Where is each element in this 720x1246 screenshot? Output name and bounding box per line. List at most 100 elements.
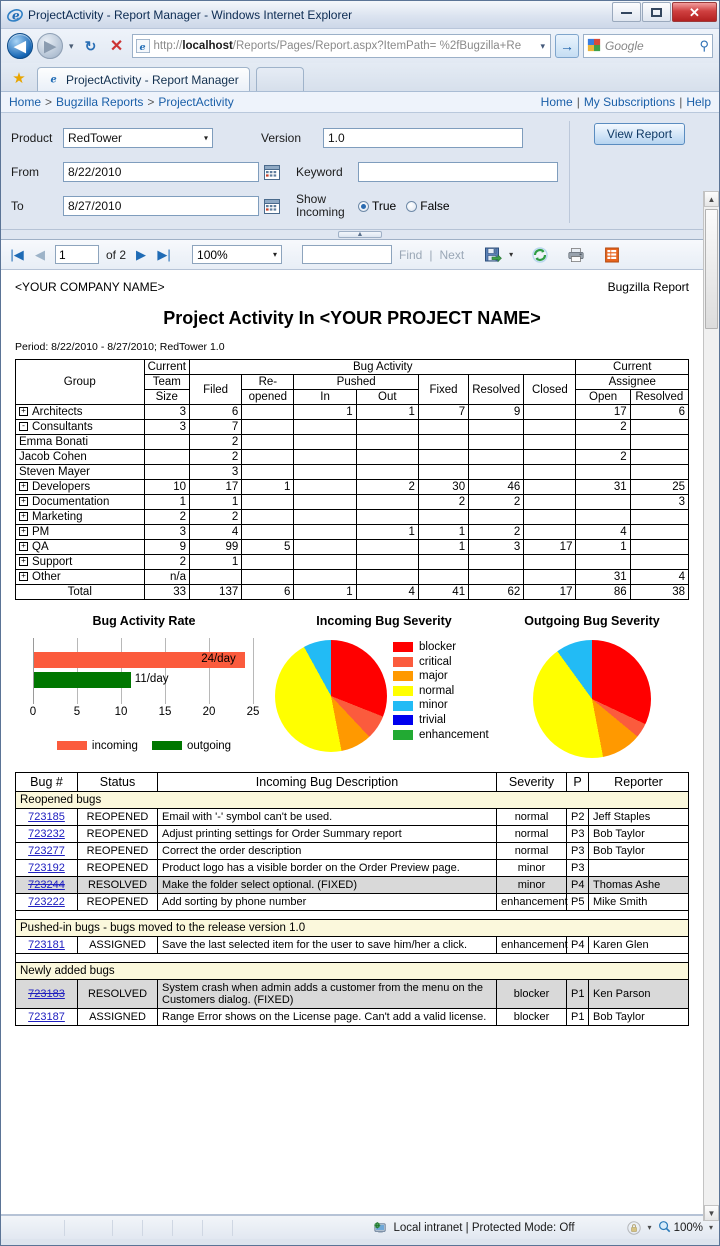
- bug-number-link[interactable]: 723277: [28, 845, 65, 857]
- bug-number-link[interactable]: 723244: [28, 879, 65, 891]
- forward-button[interactable]: ▶: [37, 33, 63, 59]
- expand-icon[interactable]: +: [19, 482, 28, 492]
- close-button[interactable]: ✕: [672, 2, 717, 22]
- bug-number-link[interactable]: 723192: [28, 862, 65, 874]
- page-number-input[interactable]: 1: [55, 245, 99, 264]
- bug-number-link[interactable]: 723187: [28, 1011, 65, 1023]
- bug-number-cell: 723232: [15, 825, 78, 843]
- group-name: + Marketing: [15, 509, 145, 525]
- link-my-subscriptions[interactable]: My Subscriptions: [584, 95, 675, 109]
- cell-out: [355, 434, 419, 450]
- calendar-icon[interactable]: [264, 198, 280, 214]
- link-help[interactable]: Help: [686, 95, 711, 109]
- print-icon[interactable]: [567, 246, 585, 264]
- parameter-panel-splitter[interactable]: ▲: [1, 230, 719, 240]
- breadcrumb-item-projectactivity[interactable]: ProjectActivity: [158, 95, 233, 109]
- view-report-button[interactable]: View Report: [593, 123, 686, 145]
- expand-icon[interactable]: +: [19, 557, 28, 567]
- back-button[interactable]: ◀: [7, 33, 33, 59]
- calendar-icon[interactable]: [264, 164, 280, 180]
- export-dropdown-caret-icon[interactable]: ▾: [509, 250, 513, 259]
- search-box[interactable]: Google ⚲: [583, 34, 713, 58]
- address-bar[interactable]: e http://localhost/Reports/Pages/Report.…: [131, 34, 551, 58]
- radio-true[interactable]: [358, 200, 369, 212]
- new-tab-button[interactable]: [255, 67, 304, 91]
- bug-number-cell: 723222: [15, 893, 78, 911]
- expand-icon[interactable]: +: [19, 527, 28, 537]
- tab-projectactivity[interactable]: e ProjectActivity - Report Manager: [37, 67, 250, 91]
- version-input[interactable]: 1.0: [323, 128, 523, 148]
- breadcrumb-item-bugzilla-reports[interactable]: Bugzilla Reports: [56, 95, 143, 109]
- bug-row: 723277 REOPENED Correct the order descript…: [15, 842, 689, 860]
- table-row[interactable]: - Consultants 3 7 2: [15, 419, 690, 435]
- previous-page-button[interactable]: ◀: [32, 247, 48, 263]
- bug-number-link[interactable]: 723185: [28, 811, 65, 823]
- expand-icon[interactable]: +: [19, 512, 28, 522]
- first-page-button[interactable]: |◀: [9, 247, 25, 263]
- address-dropdown-caret-icon[interactable]: ▾: [540, 41, 547, 52]
- window-scrollbar[interactable]: ▲ ▼: [703, 191, 719, 1221]
- table-row[interactable]: + Developers 10 17 1 2 30 46 31 25: [15, 479, 690, 495]
- next-page-button[interactable]: ▶: [133, 247, 149, 263]
- refresh-icon[interactable]: [531, 246, 549, 264]
- legend-swatch: [393, 656, 413, 667]
- from-date-input[interactable]: 8/22/2010: [63, 162, 259, 182]
- bug-number-link[interactable]: 723181: [28, 939, 65, 951]
- table-row[interactable]: + PM 3 4 1 1 2 4: [15, 524, 690, 540]
- zoom-status[interactable]: 100%: [658, 1220, 703, 1236]
- bug-status: ASSIGNED: [77, 1008, 158, 1026]
- data-feed-icon[interactable]: [603, 246, 621, 264]
- find-input[interactable]: [302, 245, 393, 264]
- table-row[interactable]: + Architects 3 6 1 1 7 9 17 6: [15, 404, 690, 420]
- find-button[interactable]: Find: [399, 248, 422, 262]
- cell-closed: [523, 524, 577, 540]
- minimize-button[interactable]: [612, 2, 641, 22]
- collapse-icon[interactable]: -: [19, 422, 28, 432]
- bug-section-title: Newly added bugs: [15, 962, 689, 980]
- export-icon[interactable]: [484, 246, 503, 264]
- history-dropdown-caret-icon[interactable]: ▾: [67, 41, 76, 52]
- scroll-up-button[interactable]: ▲: [704, 191, 719, 207]
- link-home[interactable]: Home: [541, 95, 573, 109]
- maximize-button[interactable]: [642, 2, 671, 22]
- bug-priority: P5: [566, 893, 589, 911]
- zoom-dropdown-caret-icon[interactable]: ▾: [709, 1223, 713, 1232]
- go-button[interactable]: →: [555, 34, 579, 58]
- zoom-magnifier-icon: [658, 1220, 671, 1236]
- search-input[interactable]: Google: [605, 39, 695, 53]
- product-label: Product: [11, 131, 53, 145]
- zoom-select[interactable]: 100% ▾: [192, 245, 283, 264]
- cell-filed: 1: [189, 554, 243, 570]
- scroll-down-button[interactable]: ▼: [704, 1205, 719, 1221]
- last-page-button[interactable]: ▶|: [156, 247, 172, 263]
- expand-icon[interactable]: +: [19, 497, 28, 507]
- expand-icon[interactable]: +: [19, 542, 28, 552]
- favorites-button[interactable]: ★: [7, 67, 31, 89]
- table-row[interactable]: + Marketing 2 2: [15, 509, 690, 525]
- product-select[interactable]: RedTower ▾: [63, 128, 213, 148]
- radio-true-label: True: [372, 199, 397, 213]
- bug-number-link[interactable]: 723232: [28, 828, 65, 840]
- stop-button[interactable]: ✕: [106, 35, 128, 57]
- total-open: 86: [575, 584, 631, 600]
- cell-out: [355, 464, 419, 480]
- refresh-button[interactable]: ↻: [80, 35, 102, 57]
- lock-dropdown-caret-icon[interactable]: ▾: [648, 1223, 652, 1232]
- table-row[interactable]: + Support 2 1: [15, 554, 690, 570]
- search-icon[interactable]: ⚲: [699, 38, 709, 54]
- radio-false[interactable]: [406, 200, 418, 212]
- bug-number-link[interactable]: 723183: [28, 988, 65, 1000]
- security-zone[interactable]: Local intranet | Protected Mode: Off: [373, 1221, 575, 1235]
- breadcrumb-item-home[interactable]: Home: [9, 95, 41, 109]
- bug-section-header: Reopened bugs: [15, 791, 689, 809]
- table-row[interactable]: + QA 9 99 5 1 3 17 1: [15, 539, 690, 555]
- expand-icon[interactable]: +: [19, 572, 28, 582]
- bug-number-link[interactable]: 723222: [28, 896, 65, 908]
- table-row[interactable]: + Documentation 1 1 2 2 3: [15, 494, 690, 510]
- table-row[interactable]: + Other n/a 31 4: [15, 569, 690, 585]
- expand-icon[interactable]: +: [19, 407, 28, 417]
- scroll-thumb[interactable]: [705, 209, 718, 329]
- to-date-input[interactable]: 8/27/2010: [63, 196, 259, 216]
- find-next-button[interactable]: Next: [439, 248, 464, 262]
- keyword-input[interactable]: [358, 162, 558, 182]
